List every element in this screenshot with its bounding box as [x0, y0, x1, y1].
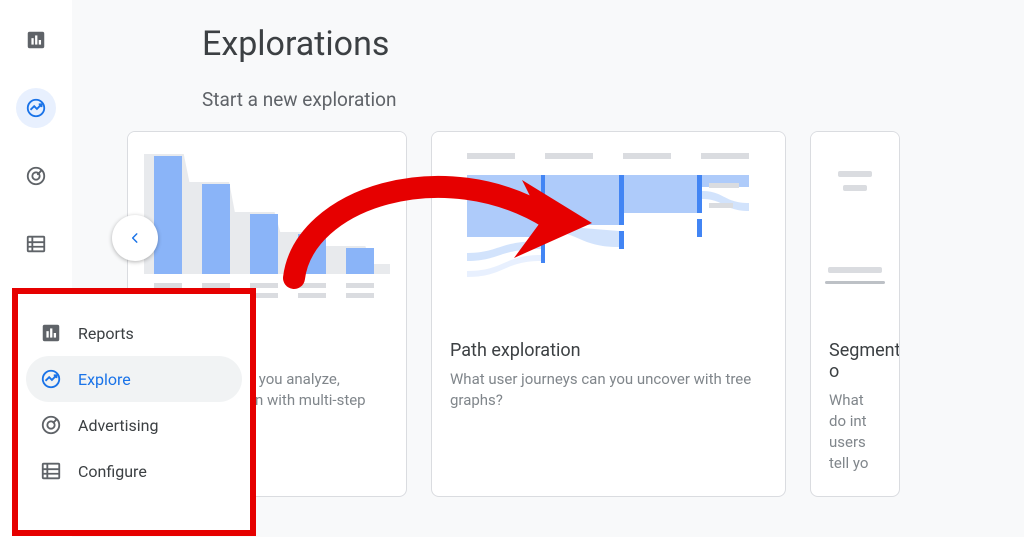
sidebar-item-label: Explore — [78, 370, 131, 389]
nav-reports-icon[interactable] — [16, 20, 56, 60]
sidebar-item-explore[interactable]: Explore — [26, 356, 242, 402]
advertising-icon — [40, 414, 62, 436]
sidebar-item-configure[interactable]: Configure — [26, 448, 242, 494]
card-path-thumb — [432, 132, 785, 322]
sidebar-item-reports[interactable]: Reports — [26, 310, 242, 356]
nav-explore-icon[interactable] — [16, 88, 56, 128]
card-segment-overlap[interactable]: Segment o What do int users tell yo — [810, 131, 900, 497]
card-path-title: Path exploration — [450, 340, 767, 361]
chevron-left-icon — [128, 231, 142, 245]
configure-icon — [40, 460, 62, 482]
card-path-exploration[interactable]: Path exploration What user journeys can … — [431, 131, 786, 497]
nav-advertising-icon[interactable] — [16, 156, 56, 196]
carousel-prev-button[interactable] — [112, 215, 158, 261]
exploration-templates-row: exploration ser journeys can you analyze… — [202, 131, 1024, 497]
sidebar-item-label: Advertising — [78, 416, 159, 435]
card-path-desc: What user journeys can you uncover with … — [450, 369, 767, 411]
sidebar-item-label: Reports — [78, 324, 134, 343]
section-subtitle: Start a new exploration — [202, 88, 1024, 111]
explore-icon — [40, 368, 62, 390]
card-segment-title: Segment o — [829, 340, 881, 382]
reports-icon — [40, 322, 62, 344]
page-title: Explorations — [202, 24, 1024, 64]
sidebar-item-advertising[interactable]: Advertising — [26, 402, 242, 448]
card-segment-thumb — [811, 132, 899, 322]
card-segment-desc: What do int users tell yo — [829, 390, 881, 474]
nav-configure-icon[interactable] — [16, 224, 56, 264]
sidebar-expanded-callout: Reports Explore Advertising Configure — [12, 288, 256, 536]
sidebar-item-label: Configure — [78, 462, 147, 481]
